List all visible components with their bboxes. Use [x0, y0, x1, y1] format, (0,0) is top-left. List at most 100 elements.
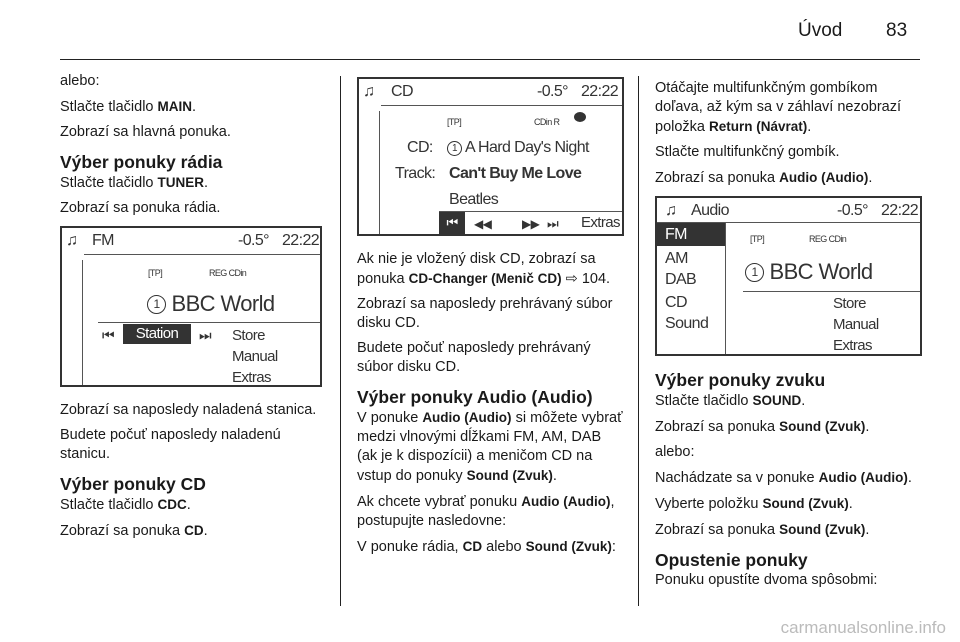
station-name: BBC World: [171, 291, 276, 316]
temperature: -0.5°: [537, 83, 569, 100]
preset-badge: 1: [147, 295, 166, 314]
text-run: Stlačte tlačidlo: [655, 393, 753, 409]
paragraph: alebo:: [655, 443, 923, 462]
paragraph: Stlačte tlačidlo CDC.: [60, 495, 328, 515]
paragraph: Ak chcete vybrať ponuku Audio (Audio), p…: [357, 492, 625, 531]
column-divider: [340, 76, 341, 606]
menu-manual[interactable]: Manual: [232, 347, 278, 366]
station-button[interactable]: Station: [123, 324, 191, 344]
album-title: A Hard Day's Night: [464, 139, 589, 156]
text-run: alebo:: [60, 73, 100, 89]
bold-term: Audio (Audio): [818, 470, 908, 485]
text-run: Zobrazí sa ponuka rádia.: [60, 200, 221, 216]
bold-term: Audio (Audio): [779, 170, 869, 185]
paragraph: Zobrazí sa ponuka Sound (Zvuk).: [655, 520, 923, 540]
bold-term: Return (Návrat): [709, 119, 808, 134]
text-run: Stlačte tlačidlo: [60, 175, 158, 191]
menu-extras[interactable]: Extras: [581, 213, 621, 232]
menu-store[interactable]: Store: [232, 326, 265, 345]
bold-term: Sound (Zvuk): [466, 468, 553, 483]
rewind-icon[interactable]: ◀◀: [474, 215, 492, 234]
artist: Beatles: [449, 191, 499, 208]
paragraph: V ponuke Audio (Audio) si môžete vybrať …: [357, 408, 625, 486]
menu-store[interactable]: Store: [833, 294, 866, 313]
bold-term: Sound (Zvuk): [779, 522, 866, 537]
column-left: alebo: Stlačte tlačidlo MAIN. Zobrazí sa h…: [60, 72, 328, 547]
audio-screen: ♫ Audio -0.5° 22:22 FM AM DAB CD Sound […: [655, 196, 922, 356]
next-track-icon[interactable]: ⏭: [547, 214, 559, 233]
track-label: Track:: [395, 165, 436, 182]
station-name: BBC World: [769, 259, 874, 284]
text-run: Zobrazí sa ponuka: [60, 523, 185, 539]
cd-label: CD:: [407, 139, 433, 156]
text-run: Stlačte multifunkčný gombík.: [655, 144, 840, 160]
bold-term: Sound (Zvuk): [779, 419, 866, 434]
menu-manual[interactable]: Manual: [833, 315, 879, 334]
fast-forward-icon[interactable]: ▶▶: [522, 215, 540, 234]
menu-extras[interactable]: Extras: [833, 336, 873, 354]
text-run: Opustenie ponuky: [655, 550, 808, 570]
text-run: Zobrazí sa hlavná ponuka.: [60, 124, 231, 140]
text-run: Budete počuť naposledy prehrávaný súbor …: [357, 340, 591, 375]
text-run: Stlačte tlačidlo: [60, 99, 158, 115]
source-sound[interactable]: Sound: [665, 314, 709, 333]
temperature: -0.5°: [238, 232, 270, 249]
paragraph: V ponuke rádia, CD alebo Sound (Zvuk):: [357, 537, 625, 557]
bold-term: SOUND: [752, 393, 802, 408]
text-run: Ponuku opustíte dvoma spôsobmi:: [655, 572, 878, 588]
cd-disc-icon: [574, 112, 586, 122]
bold-term: CD: [184, 523, 204, 538]
menu-extras[interactable]: Extras: [232, 368, 272, 385]
clock: 22:22: [581, 83, 619, 100]
station-name-row: 1 BBC World: [745, 259, 874, 284]
bold-term: CD: [462, 539, 483, 554]
bold-term: Audio (Audio): [422, 410, 512, 425]
text-run: .: [807, 119, 812, 135]
bold-term: CDC: [157, 497, 187, 512]
clock: 22:22: [282, 232, 320, 249]
manual-page: Úvod 83 alebo: Stlačte tlačidlo MAIN. Zobr…: [0, 0, 960, 642]
text-run: Výber ponuky Audio (Audio): [357, 387, 593, 407]
paragraph: Otáčajte multifunkčným gombíkom doľava, …: [655, 79, 923, 137]
seek-forward-icon[interactable]: ⏭: [199, 326, 212, 345]
paragraph: Stlačte tlačidlo TUNER.: [60, 173, 328, 193]
text-run: V ponuke rádia,: [357, 539, 463, 555]
text-run: alebo: [482, 539, 526, 555]
text-run: :: [611, 539, 616, 555]
source-am[interactable]: AM: [665, 249, 688, 268]
album-row: 1 A Hard Day's Night: [447, 138, 589, 157]
section-heading: Výber ponuky CD: [60, 474, 328, 495]
text-run: .: [907, 470, 912, 486]
source-dab[interactable]: DAB: [665, 270, 697, 289]
paragraph: alebo:: [60, 72, 328, 91]
text-run: .: [801, 393, 806, 409]
paragraph: Zobrazí sa ponuka Sound (Zvuk).: [655, 417, 923, 437]
text-run: Budete počuť naposledy naladenú stanicu.: [60, 427, 281, 462]
text-run: Výber ponuky rádia: [60, 152, 223, 172]
clock: 22:22: [881, 202, 919, 219]
text-run: Nachádzate sa v ponuke: [655, 470, 819, 486]
column-divider: [638, 76, 639, 606]
tp-indicator: [TP]: [750, 234, 765, 244]
status-indicators: CDin R: [534, 117, 560, 127]
paragraph: Zobrazí sa hlavná ponuka.: [60, 123, 328, 142]
paragraph: Zobrazí sa ponuka CD.: [60, 521, 328, 541]
column-right: Otáčajte multifunkčným gombíkom doľava, …: [655, 79, 923, 596]
section-heading: Výber ponuky Audio (Audio): [357, 387, 625, 408]
preset-badge: 1: [745, 263, 764, 282]
text-run: .: [552, 468, 557, 484]
text-run: Zobrazí sa ponuka: [655, 170, 780, 186]
previous-track-button[interactable]: ⏮: [439, 212, 465, 234]
source-cd[interactable]: CD: [665, 293, 688, 312]
source-fm[interactable]: FM: [657, 223, 725, 246]
seek-back-icon[interactable]: ⏮: [102, 326, 115, 345]
screen-title: CD: [391, 83, 414, 100]
watermark: carmanualsonline.info: [780, 618, 946, 637]
text-run: .: [865, 419, 870, 435]
screen-title: FM: [92, 232, 115, 249]
header-rule: [60, 59, 920, 60]
text-run: Ak chcete vybrať ponuku: [357, 494, 522, 510]
text-run: .: [192, 99, 197, 115]
text-run: Výber ponuky CD: [60, 474, 206, 494]
paragraph: Stlačte tlačidlo SOUND.: [655, 391, 923, 411]
